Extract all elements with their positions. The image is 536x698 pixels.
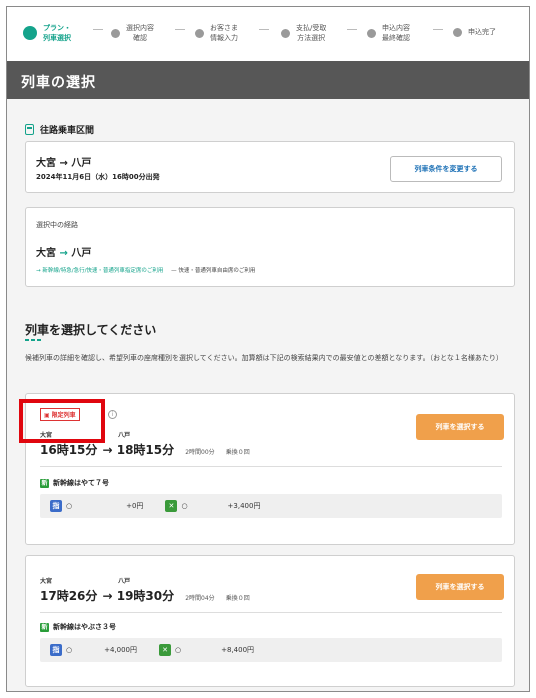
- service-name: 新幹線はやぶさ３号: [53, 623, 116, 631]
- selected-route-label: 選択中の経路: [36, 221, 78, 229]
- step-complete: 申込完了: [453, 27, 496, 37]
- change-conditions-button[interactable]: 列車条件を変更する: [390, 156, 502, 182]
- outbound-datetime: 2024年11月6日（水）16時00分出発: [36, 173, 160, 181]
- select-intro-text: 候補列車の詳細を確認し、希望列車の座席種別を選択してください。加算額は下記の検索…: [25, 354, 503, 362]
- outbound-card: 大宮 → 八戸 2024年11月6日（水）16時00分出発 列車条件を変更する: [25, 141, 515, 193]
- selected-route-title: 大宮 → 八戸: [36, 244, 91, 259]
- outbound-route: 大宮 → 八戸: [36, 158, 92, 169]
- select-train-heading: 列車を選択してください: [25, 323, 157, 337]
- route-legend: → 新幹線/特急/急行/快速・普通列車指定席のご利用 — 快速・普通列車自由席の…: [36, 266, 255, 274]
- select-train-button[interactable]: 列車を選択する: [416, 414, 504, 440]
- green-price: +8,400円: [221, 646, 255, 654]
- outbound-heading: 往路乗車区間: [25, 123, 94, 136]
- duration: 2時間04分: [185, 595, 215, 602]
- step-confirm-selection: 選択内容 確認: [111, 23, 154, 43]
- step-dot-icon: [195, 28, 204, 38]
- selected-route-card: 選択中の経路 大宮 → 八戸 → 新幹線/特急/急行/快速・普通列車指定席のご利…: [25, 207, 515, 287]
- step-label: 申込完了: [468, 28, 496, 36]
- step-connector: [433, 29, 443, 30]
- highlight-annotation-box: [19, 399, 105, 443]
- dep-station: 大宮: [40, 578, 53, 585]
- step-dot-icon: [281, 28, 290, 38]
- station-labels: 大宮 八戸: [40, 576, 130, 585]
- dep-time: 17時26分: [40, 589, 98, 603]
- main-content: 往路乗車区間 大宮 → 八戸 2024年11月6日（水）16時00分出発 列車条…: [7, 99, 529, 691]
- arr-station: 八戸: [118, 432, 131, 439]
- green-availability: ○: [175, 646, 182, 654]
- time-line: 17時26分 → 19時30分 2時間04分 乗換０回: [40, 585, 250, 604]
- step-connector: [347, 29, 357, 30]
- progress-stepper: プラン・ 列車選択 選択内容 確認 お客さま 情報入力 支払/受取 方法選択 申…: [7, 7, 529, 61]
- step-final-confirm: 申込内容 最終確認: [367, 23, 410, 43]
- step-current-dot-icon: [23, 26, 37, 40]
- step-connector: [93, 29, 103, 30]
- outbound-heading-text: 往路乗車区間: [40, 126, 95, 136]
- green-availability: ○: [181, 502, 188, 510]
- green-price: +3,400円: [227, 502, 261, 510]
- step-plan-selection: プラン・ 列車選択: [23, 23, 71, 43]
- route-from: 大宮: [36, 248, 56, 259]
- step-dot-icon: [367, 28, 376, 38]
- train-card: 大宮 八戸 17時26分 → 19時30分 2時間04分 乗換０回 列車を選択す…: [25, 555, 515, 687]
- seat-options: 指 ○ +0円 ✕ ○ +3,400円: [40, 494, 502, 518]
- info-icon[interactable]: i: [108, 410, 117, 419]
- heading-underline: [25, 339, 43, 341]
- transfers: 乗換０回: [225, 595, 250, 602]
- transfers: 乗換０回: [225, 449, 250, 456]
- green-car-icon[interactable]: ✕: [165, 500, 178, 512]
- service-name-row: 新 新幹線はやて７号: [40, 478, 109, 488]
- reserved-price: +0円: [126, 502, 144, 510]
- reserved-seat-icon[interactable]: 指: [50, 500, 62, 512]
- page-title: 列車の選択: [7, 61, 529, 99]
- step-dot-icon: [111, 28, 120, 38]
- train-icon: [25, 124, 34, 135]
- arrow-right-icon: →: [102, 443, 117, 457]
- step-connector: [259, 29, 269, 30]
- route-legend-free: — 快速・普通列車自由席のご利用: [171, 268, 256, 274]
- shinkansen-icon: 新: [40, 478, 49, 488]
- step-label: プラン・ 列車選択: [43, 24, 71, 42]
- arr-station: 八戸: [118, 578, 131, 585]
- step-connector: [175, 29, 185, 30]
- arrow-right-icon: →: [59, 248, 72, 259]
- reserved-price: +4,000円: [104, 646, 138, 654]
- seat-options: 指 ○ +4,000円 ✕ ○ +8,400円: [40, 638, 502, 662]
- shinkansen-icon: 新: [40, 622, 49, 632]
- step-label: 支払/受取 方法選択: [296, 24, 327, 42]
- duration: 2時間00分: [185, 449, 215, 456]
- arr-time: 18時15分: [116, 443, 175, 457]
- step-dot-icon: [453, 27, 462, 37]
- step-label: 選択内容 確認: [126, 24, 154, 42]
- green-car-icon[interactable]: ✕: [159, 644, 172, 656]
- reserved-seat-icon[interactable]: 指: [50, 644, 62, 656]
- route-legend-reserved: → 新幹線/特急/急行/快速・普通列車指定席のご利用: [36, 268, 164, 274]
- step-payment-method: 支払/受取 方法選択: [281, 23, 326, 43]
- arr-time: 19時30分: [116, 589, 175, 603]
- reserved-availability: ○: [66, 646, 73, 654]
- step-label: 申込内容 最終確認: [382, 24, 410, 42]
- divider: [40, 612, 502, 613]
- page-frame: プラン・ 列車選択 選択内容 確認 お客さま 情報入力 支払/受取 方法選択 申…: [6, 6, 530, 692]
- step-customer-info: お客さま 情報入力: [195, 23, 238, 43]
- service-name: 新幹線はやて７号: [53, 479, 109, 487]
- divider: [40, 466, 502, 467]
- arrow-right-icon: →: [102, 589, 117, 603]
- service-name-row: 新 新幹線はやぶさ３号: [40, 622, 116, 632]
- dep-time: 16時15分: [40, 443, 98, 457]
- select-train-button[interactable]: 列車を選択する: [416, 574, 504, 600]
- reserved-availability: ○: [66, 502, 73, 510]
- step-label: お客さま 情報入力: [210, 24, 238, 42]
- route-to: 八戸: [71, 248, 92, 259]
